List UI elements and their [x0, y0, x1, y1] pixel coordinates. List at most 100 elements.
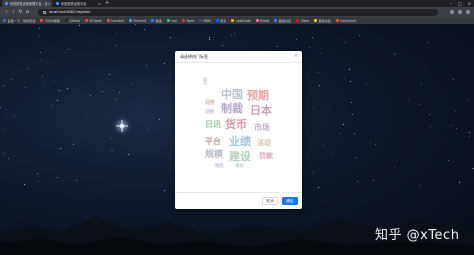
bookmark-item[interactable]: EasyExcel [335, 19, 356, 23]
browser-tab-2[interactable]: 系统报表运营平台 × [53, 0, 103, 7]
word-tag[interactable]: 预期 [247, 90, 269, 101]
back-icon[interactable]: ‹ [3, 9, 10, 15]
bookmark-item[interactable]: 知乎 [215, 18, 226, 23]
star [68, 49, 70, 50]
tab-close-icon[interactable]: × [47, 2, 50, 6]
word-tag[interactable]: 建设 [229, 151, 251, 162]
star [24, 86, 26, 88]
bookmark-item[interactable]: 其他书签 [313, 18, 331, 23]
word-tag[interactable]: 日讯 [205, 121, 221, 129]
word-tag[interactable]: 罚款 [259, 153, 273, 160]
home-icon[interactable]: ⌂ [24, 9, 31, 15]
star [118, 92, 120, 94]
minimize-icon[interactable]: – [450, 0, 452, 7]
word-tag[interactable]: 市场 [254, 124, 270, 132]
star [51, 105, 53, 107]
tag-select-modal: 请选择热门标签 × 中国 预期 小时 局势 制裁 日本 调整 货币 日讯 市场 业绩 平台 活动 规模 建设… [175, 51, 302, 209]
profile-icon[interactable] [458, 10, 462, 14]
bookmark-item[interactable]: Bilibili [255, 18, 270, 23]
address-bar[interactable]: localhost:8082/register [38, 8, 438, 16]
star [449, 125, 451, 127]
window-controls: – □ × [450, 0, 471, 7]
window-close-icon[interactable]: × [468, 0, 471, 7]
word-tag[interactable]: 中国 [221, 89, 243, 100]
forward-icon[interactable]: › [10, 9, 17, 15]
bookmark-item[interactable]: MDN [198, 19, 211, 23]
star [424, 68, 426, 70]
bookmark-favicon-icon [335, 19, 339, 22]
star [339, 132, 341, 134]
reload-icon[interactable]: ↻ [17, 9, 24, 15]
bookmark-item[interactable]: ECharts [85, 19, 102, 23]
star [295, 38, 297, 40]
star [159, 118, 161, 120]
star [459, 181, 460, 183]
menu-icon[interactable] [466, 10, 470, 14]
star [109, 74, 111, 76]
star [420, 185, 422, 187]
star [1, 129, 3, 131]
star [323, 144, 325, 146]
word-tag[interactable]: 地区 [215, 164, 224, 170]
word-tag[interactable]: 业绩 [229, 136, 251, 147]
star [53, 79, 55, 81]
bookmark-favicon-icon [151, 19, 155, 22]
bookmark-item[interactable]: 掘金 [151, 18, 162, 23]
star [469, 131, 471, 133]
word-tag[interactable]: 货币 [225, 119, 247, 130]
star [357, 181, 359, 183]
browser-tab-1[interactable]: 系统报表运营管理平台 - 总控 × [2, 0, 52, 7]
word-tag[interactable]: 增长 [235, 164, 244, 170]
word-tag[interactable]: 局势 [205, 101, 215, 106]
word-tag[interactable]: 小时 [204, 77, 210, 86]
star [146, 128, 148, 130]
bookmark-item[interactable]: Gitee [296, 19, 309, 23]
bookmark-favicon-icon [64, 19, 68, 22]
bookmark-item[interactable]: GitHub [64, 19, 80, 23]
star [349, 69, 351, 71]
bookmark-item[interactable]: 掘金社区 [274, 18, 291, 23]
star [313, 107, 315, 109]
info-icon[interactable] [43, 10, 46, 14]
star [455, 127, 457, 129]
star [134, 24, 136, 25]
word-cloud: 中国 预期 小时局势 制裁 日本 调整货币 日讯 市场 业绩 平台 活动规模 建设 罚款地区 增长 [175, 51, 302, 209]
star [373, 179, 375, 181]
bookmark-item[interactable]: CSDN博客 [40, 18, 60, 23]
tab-close-icon[interactable]: × [98, 2, 101, 6]
star [57, 176, 58, 178]
star [128, 154, 130, 156]
extension-icon[interactable] [450, 10, 454, 14]
bookmark-label: ECharts [89, 18, 102, 23]
word-tag[interactable]: 活动 [257, 140, 271, 147]
bookmark-label: Vue [171, 18, 178, 23]
cancel-button[interactable]: 取消 [262, 197, 278, 205]
star [366, 83, 368, 85]
word-tag[interactable]: 制裁 [221, 103, 243, 114]
word-tag[interactable]: 调整 [205, 110, 214, 116]
new-tab-button[interactable]: + [105, 0, 109, 7]
maximize-icon[interactable]: □ [458, 0, 462, 7]
word-tag[interactable]: 平台 [205, 138, 221, 146]
tab-favicon-icon [56, 2, 59, 5]
star [234, 32, 236, 34]
star [164, 190, 166, 192]
star [318, 84, 320, 86]
bookmark-favicon-icon [85, 19, 89, 22]
word-tag[interactable]: 规模 [205, 151, 223, 160]
star [354, 132, 356, 134]
bookmark-item[interactable]: Iconfont [106, 19, 124, 23]
word-tag[interactable]: 日本 [250, 105, 272, 116]
bookmark-item[interactable]: Element [128, 19, 146, 23]
bookmark-item[interactable]: LeetCode [231, 19, 251, 23]
watermark: 知乎 @xTech [375, 228, 460, 243]
tab-title: 系统报表运营平台 [61, 2, 87, 6]
bookmark-item[interactable]: Npm [182, 19, 194, 23]
bookmark-item[interactable]: Vue [166, 18, 178, 23]
address-url[interactable]: localhost:8082/register [49, 10, 91, 14]
ok-button[interactable]: 确定 [282, 197, 298, 205]
bookmark-label: Bilibili [260, 18, 270, 23]
bookmark-favicon-icon [215, 19, 219, 22]
bookmark-item[interactable]: 百度一下，你就知道 [3, 18, 35, 23]
star [358, 35, 360, 37]
